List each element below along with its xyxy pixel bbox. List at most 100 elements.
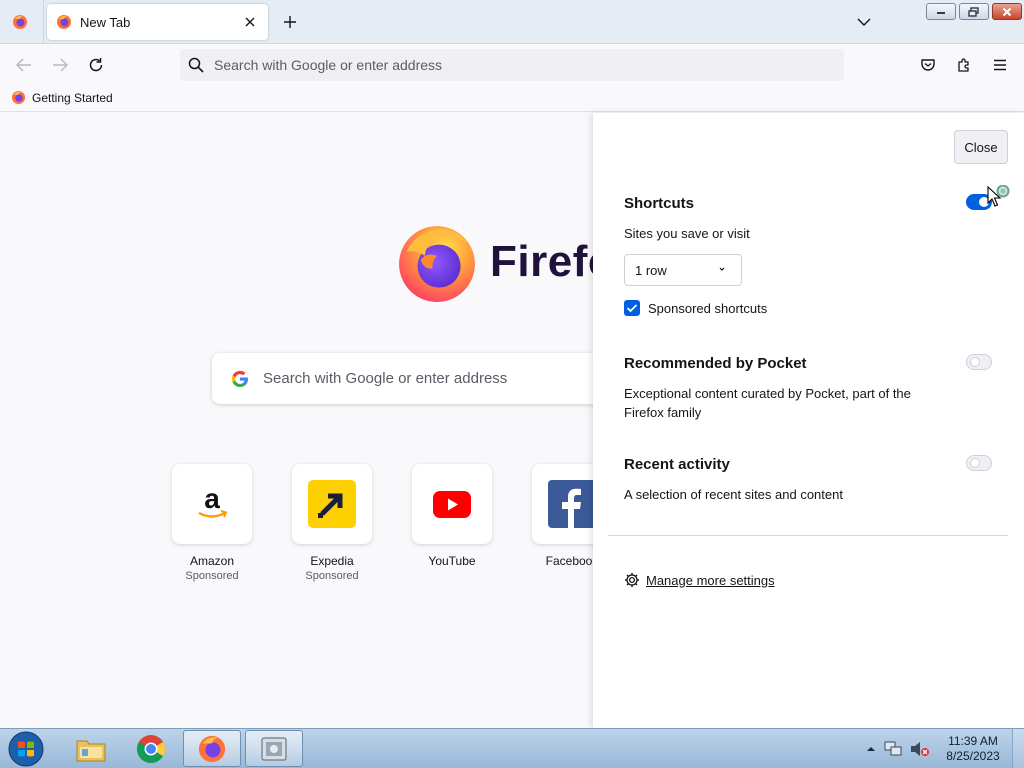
minimize-icon (937, 11, 945, 14)
restore-button[interactable] (959, 3, 989, 20)
bookmarks-toolbar: Getting Started (0, 86, 1024, 112)
manage-more-settings-label: Manage more settings (646, 572, 775, 588)
firefox-logo (399, 226, 475, 302)
shortcut-sponsored-label: Sponsored (305, 570, 359, 582)
customize-panel: Close Shortcuts Sites you save or visit … (593, 113, 1024, 728)
checkmark-icon (626, 304, 638, 313)
list-all-tabs-button[interactable] (852, 10, 876, 34)
shortcut-tile-expedia[interactable]: Expedia Sponsored (292, 464, 372, 582)
reload-button[interactable] (83, 52, 109, 78)
folder-icon (76, 740, 106, 761)
firefox-icon (13, 15, 27, 29)
arrow-left-icon (16, 58, 31, 72)
windows-logo-icon (8, 731, 44, 767)
tab-title: New Tab (80, 14, 131, 30)
close-tab-button[interactable] (240, 12, 260, 32)
hamburger-menu-icon (994, 59, 1006, 71)
shortcut-name: Expedia (310, 554, 354, 568)
shortcuts-section-title: Shortcuts (624, 195, 695, 212)
taskbar-chrome[interactable] (122, 730, 180, 767)
app-menu-button[interactable] (987, 52, 1013, 78)
new-tab-button[interactable] (278, 10, 302, 34)
gear-icon (625, 573, 639, 587)
show-hidden-icons-icon[interactable] (866, 745, 876, 753)
bookmark-getting-started[interactable]: Getting Started (11, 90, 113, 105)
expedia-icon (308, 480, 356, 528)
pocket-icon (921, 59, 935, 71)
panel-divider (608, 535, 1008, 536)
close-panel-button[interactable]: Close (954, 130, 1008, 164)
close-icon (245, 17, 255, 27)
tab-separator (43, 0, 44, 44)
pocket-section-description: Exceptional content curated by Pocket, p… (624, 386, 911, 420)
facebook-icon (548, 480, 596, 528)
bookmark-label: Getting Started (32, 90, 113, 105)
recent-activity-toggle[interactable] (966, 455, 992, 471)
shortcut-tile-amazon[interactable]: a Amazon Sponsored (172, 464, 252, 582)
extensions-button[interactable] (951, 52, 977, 78)
tab-new-tab[interactable]: New Tab (47, 4, 268, 40)
toggle-knob (970, 357, 980, 367)
youtube-icon (433, 490, 471, 518)
manage-more-settings-link[interactable]: Manage more settings (624, 572, 775, 588)
arrow-right-icon (53, 58, 68, 72)
volume-muted-icon[interactable] (910, 741, 930, 757)
application-window-icon (261, 736, 287, 761)
close-window-button[interactable] (992, 3, 1022, 20)
minimize-button[interactable] (926, 3, 956, 20)
address-bar[interactable]: Search with Google or enter address (180, 49, 844, 81)
restore-icon (968, 6, 979, 17)
pocket-button[interactable] (915, 52, 941, 78)
forward-button[interactable] (47, 52, 73, 78)
start-button[interactable] (6, 731, 46, 767)
recent-activity-section-description: A selection of recent sites and content (624, 487, 843, 502)
clock-date: 8/25/2023 (946, 749, 1000, 763)
taskbar-firefox[interactable] (183, 730, 241, 767)
address-bar-placeholder: Search with Google or enter address (214, 57, 443, 73)
show-desktop-button[interactable] (1012, 729, 1024, 768)
busy-cursor-icon (987, 185, 1010, 207)
navigation-toolbar: Search with Google or enter address (0, 44, 1024, 86)
shortcut-tile-box[interactable]: a (172, 464, 252, 544)
svg-text:a: a (204, 484, 220, 514)
chevron-down-icon (857, 18, 871, 26)
google-icon (231, 370, 248, 387)
shortcut-tile-box[interactable] (292, 464, 372, 544)
newtab-search-placeholder: Search with Google or enter address (263, 370, 508, 387)
window-controls (926, 3, 1022, 20)
tab-strip: New Tab (0, 0, 1024, 44)
rows-select-value: 1 row (635, 262, 667, 278)
puzzle-icon (958, 58, 969, 72)
firefox-view-button[interactable] (10, 12, 30, 32)
shortcuts-section-description: Sites you save or visit (624, 226, 750, 241)
taskbar-app-window[interactable] (245, 730, 303, 767)
sponsored-shortcuts-option[interactable]: Sponsored shortcuts (624, 300, 767, 316)
shortcut-name: Amazon (189, 554, 235, 568)
shortcut-tile-box[interactable] (412, 464, 492, 544)
shortcut-rows-select[interactable]: 1 row (624, 254, 742, 286)
sponsored-shortcuts-checkbox[interactable] (624, 300, 640, 316)
pocket-toggle[interactable] (966, 354, 992, 370)
chrome-icon (137, 734, 165, 763)
chevron-down-icon (719, 267, 725, 271)
network-icon[interactable] (884, 741, 902, 757)
reload-icon (89, 58, 103, 72)
close-icon (1002, 7, 1012, 16)
clock-time: 11:39 AM (948, 734, 998, 748)
shortcut-tile-youtube[interactable]: YouTube (412, 464, 492, 568)
system-tray (866, 729, 930, 768)
back-button[interactable] (11, 52, 37, 78)
sponsored-shortcuts-label: Sponsored shortcuts (648, 300, 768, 316)
taskbar: 11:39 AM 8/25/2023 (0, 728, 1024, 768)
plus-icon (284, 16, 296, 28)
taskbar-file-explorer[interactable] (62, 730, 120, 767)
search-icon (188, 57, 204, 73)
taskbar-clock[interactable]: 11:39 AM 8/25/2023 (938, 734, 1008, 764)
firefox-icon (11, 90, 26, 105)
recent-activity-section-title: Recent activity (624, 456, 730, 473)
amazon-icon: a (198, 484, 228, 518)
firefox-icon (57, 15, 71, 29)
firefox-icon (198, 735, 226, 762)
pocket-section-title: Recommended by Pocket (624, 355, 807, 372)
shortcut-sponsored-label: Sponsored (185, 570, 239, 582)
